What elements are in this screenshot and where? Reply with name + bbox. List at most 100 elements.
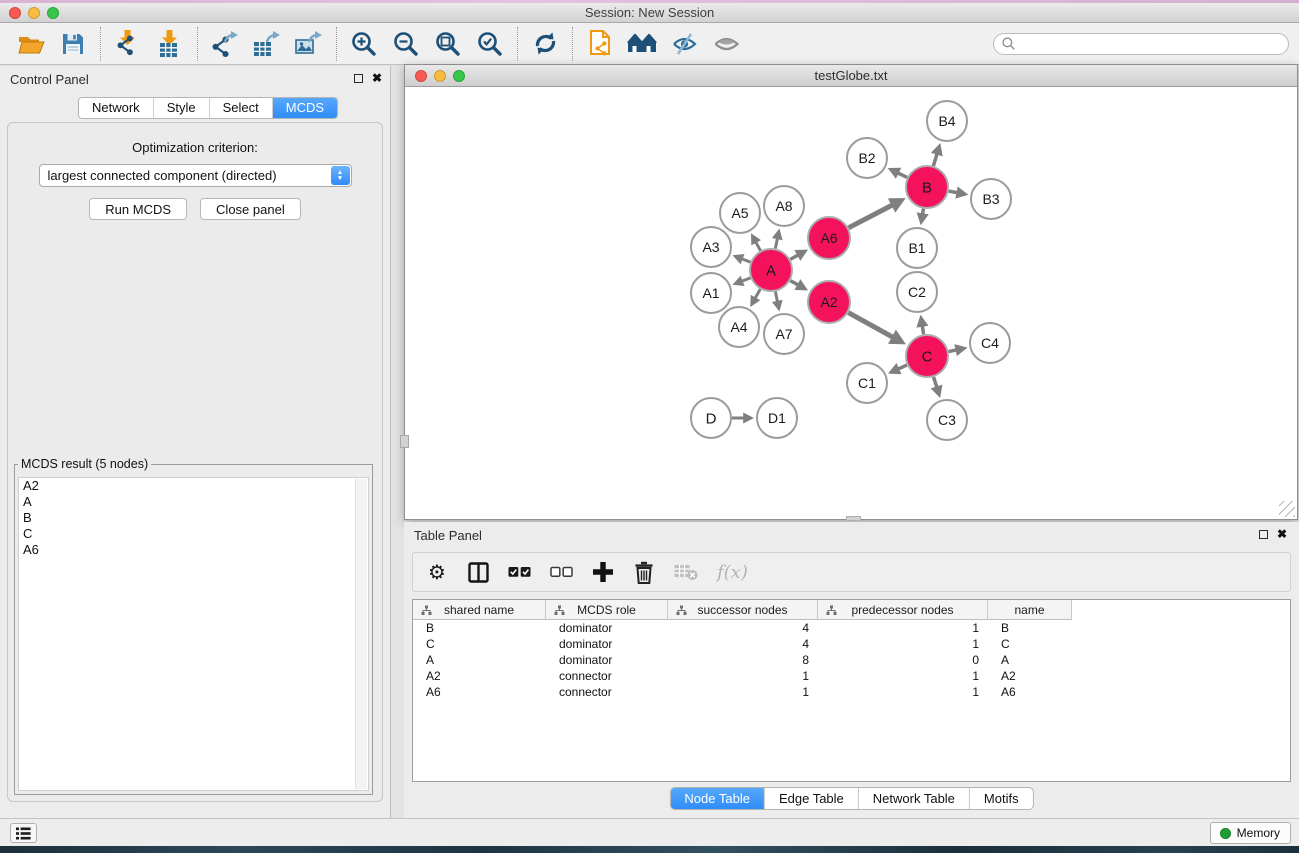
graph-node-A6[interactable]: A6 <box>808 217 850 259</box>
close-table-panel-icon[interactable]: ✖ <box>1277 529 1287 540</box>
table-cell: B <box>413 621 546 635</box>
tab-select[interactable]: Select <box>209 98 272 118</box>
graph-node-C2[interactable]: C2 <box>897 272 937 312</box>
mcds-result-item[interactable]: A2 <box>19 478 368 494</box>
svg-text:D1: D1 <box>768 410 786 426</box>
table-row[interactable]: A2connector11A2 <box>413 668 1290 684</box>
home-view-icon[interactable] <box>621 26 663 62</box>
tab-network[interactable]: Network <box>79 98 153 118</box>
table-row[interactable]: A6connector11A6 <box>413 684 1290 700</box>
table-cell: C <box>988 637 1072 651</box>
clone-network-icon[interactable] <box>579 26 621 62</box>
mcds-result-item[interactable]: A6 <box>19 542 368 558</box>
edge-arrowhead <box>931 385 943 398</box>
table-row[interactable]: Bdominator41B <box>413 620 1290 636</box>
resize-grip-icon[interactable] <box>1279 501 1295 517</box>
zoom-selected-icon[interactable] <box>469 26 511 62</box>
graph-node-B1[interactable]: B1 <box>897 228 937 268</box>
table-cell: C <box>413 637 546 651</box>
run-mcds-button[interactable]: Run MCDS <box>89 198 187 220</box>
desktop-background-strip-bottom <box>0 846 1299 853</box>
graph-node-A1[interactable]: A1 <box>691 273 731 313</box>
graph-node-B4[interactable]: B4 <box>927 101 967 141</box>
refresh-layout-icon[interactable] <box>524 26 566 62</box>
settings-gear-icon[interactable]: ⚙ <box>426 557 448 587</box>
zoom-fit-icon[interactable] <box>427 26 469 62</box>
open-file-icon[interactable] <box>10 26 52 62</box>
import-network-icon[interactable] <box>107 26 149 62</box>
graph-node-C[interactable]: C <box>906 335 948 377</box>
graph-node-A8[interactable]: A8 <box>764 186 804 226</box>
tab-network-table[interactable]: Network Table <box>858 788 969 809</box>
search-field[interactable] <box>993 33 1289 55</box>
tab-motifs[interactable]: Motifs <box>969 788 1033 809</box>
criterion-value: largest connected component (directed) <box>48 168 277 183</box>
hide-graphics-details-icon[interactable] <box>663 26 705 62</box>
svg-text:C3: C3 <box>938 412 956 428</box>
close-panel-button[interactable]: Close panel <box>200 198 301 220</box>
network-window-titlebar[interactable]: testGlobe.txt <box>405 65 1297 87</box>
graph-node-D1[interactable]: D1 <box>757 398 797 438</box>
export-table-icon[interactable] <box>246 26 288 62</box>
graph-node-B[interactable]: B <box>906 166 948 208</box>
show-panels-button[interactable] <box>10 823 37 843</box>
network-scrollbar-thumb-bottom[interactable] <box>846 516 861 521</box>
mcds-result-list[interactable]: A2ABCA6 <box>18 477 369 791</box>
graph-node-C1[interactable]: C1 <box>847 363 887 403</box>
mcds-result-item[interactable]: B <box>19 510 368 526</box>
export-network-icon[interactable] <box>204 26 246 62</box>
zoom-in-icon[interactable] <box>343 26 385 62</box>
graph-node-A5[interactable]: A5 <box>720 193 760 233</box>
import-table-icon[interactable] <box>149 26 191 62</box>
tab-node-table[interactable]: Node Table <box>670 788 764 809</box>
graph-node-A7[interactable]: A7 <box>764 314 804 354</box>
graph-node-A[interactable]: A <box>750 249 792 291</box>
network-scrollbar-thumb-left[interactable] <box>400 435 409 448</box>
column-visibility-icon[interactable] <box>467 557 489 587</box>
tab-mcds[interactable]: MCDS <box>272 98 337 118</box>
memory-button[interactable]: Memory <box>1210 822 1291 844</box>
close-panel-icon[interactable]: ✖ <box>372 73 382 84</box>
show-graphics-details-icon[interactable] <box>705 26 747 62</box>
graph-node-A4[interactable]: A4 <box>719 307 759 347</box>
mcds-result-item[interactable]: C <box>19 526 368 542</box>
zoom-out-icon[interactable] <box>385 26 427 62</box>
save-session-icon[interactable] <box>52 26 94 62</box>
column-header-MCDS-role[interactable]: MCDS role <box>546 600 668 620</box>
column-header-predecessor-nodes[interactable]: predecessor nodes <box>818 600 988 620</box>
deselect-all-checkboxes-icon[interactable] <box>550 557 573 587</box>
graph-node-B3[interactable]: B3 <box>971 179 1011 219</box>
graph-node-A3[interactable]: A3 <box>691 227 731 267</box>
graph-node-C3[interactable]: C3 <box>927 400 967 440</box>
edge-A6-B[interactable] <box>849 205 894 228</box>
table-cell: 1 <box>818 685 988 699</box>
edge-arrowhead <box>916 315 928 328</box>
search-input[interactable] <box>1016 35 1288 53</box>
mcds-result-item[interactable]: A <box>19 494 368 510</box>
network-canvas[interactable]: B4 B2 B B3 A8A5 A6 A3 B1 A C2 A1 A2 A4A7 C4 C C1 D D1 C3 <box>406 88 1296 518</box>
tab-edge-table[interactable]: Edge Table <box>764 788 858 809</box>
criterion-dropdown[interactable]: largest connected component (directed) ▲… <box>39 164 352 187</box>
edge-B-B4[interactable] <box>933 153 937 166</box>
graph-node-A2[interactable]: A2 <box>808 281 850 323</box>
select-all-checkboxes-icon[interactable] <box>508 557 531 587</box>
float-table-panel-icon[interactable] <box>1259 530 1268 539</box>
column-header-successor-nodes[interactable]: successor nodes <box>668 600 818 620</box>
edge-A2-C[interactable] <box>848 313 893 338</box>
graph-node-D[interactable]: D <box>691 398 731 438</box>
graph-node-B2[interactable]: B2 <box>847 138 887 178</box>
column-header-shared-name[interactable]: shared name <box>413 600 546 620</box>
float-panel-icon[interactable] <box>354 74 363 83</box>
table-row[interactable]: Cdominator41C <box>413 636 1290 652</box>
export-image-icon[interactable] <box>288 26 330 62</box>
column-header-name[interactable]: name <box>988 600 1072 620</box>
add-column-icon[interactable] <box>592 557 614 587</box>
main-titlebar[interactable]: Session: New Session <box>0 3 1299 23</box>
svg-text:A1: A1 <box>702 285 719 301</box>
tab-style[interactable]: Style <box>153 98 209 118</box>
delete-column-icon[interactable] <box>633 557 655 587</box>
result-list-scrollbar[interactable] <box>355 479 367 789</box>
graph-node-C4[interactable]: C4 <box>970 323 1010 363</box>
table-row[interactable]: Adominator80A <box>413 652 1290 668</box>
table-cell: 1 <box>818 621 988 635</box>
